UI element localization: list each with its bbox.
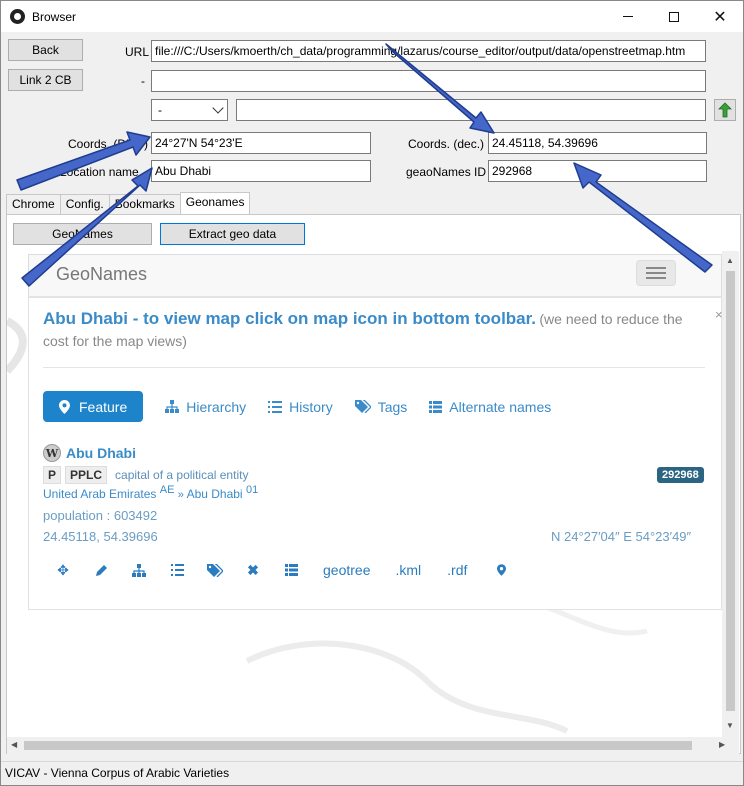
map-marker-icon[interactable] bbox=[493, 562, 509, 578]
scroll-up-icon[interactable]: ▲ bbox=[726, 256, 734, 265]
move-icon[interactable]: ✥ bbox=[55, 562, 71, 578]
tab-bar: Chrome Config. Bookmarks Geonames bbox=[6, 192, 251, 215]
tab-alternate-names[interactable]: Alternate names bbox=[429, 399, 551, 415]
chevron-down-icon bbox=[212, 102, 224, 114]
tab-config[interactable]: Config. bbox=[59, 194, 110, 214]
delete-x-icon[interactable]: ✖ bbox=[245, 562, 261, 578]
edit-pencil-icon[interactable] bbox=[93, 562, 109, 578]
url-label: URL bbox=[125, 45, 150, 59]
bottom-toolbar: ✥ ✖ geotree .kml .rdf bbox=[55, 562, 509, 578]
status-text: VICAV - Vienna Corpus of Arabic Varietie… bbox=[5, 766, 230, 780]
sitemap-icon bbox=[165, 400, 180, 413]
tab-history-label: History bbox=[289, 398, 333, 415]
scroll-left-icon[interactable]: ◀ bbox=[11, 740, 17, 749]
tab-feature[interactable]: Feature bbox=[43, 391, 144, 422]
geonames-brand[interactable]: GeoNames bbox=[56, 264, 147, 285]
population: population : 603492 bbox=[43, 508, 158, 523]
geonames-navbar: GeoNames bbox=[28, 254, 722, 297]
minimize-button[interactable] bbox=[605, 1, 651, 32]
admin1-link[interactable]: Abu Dhabi bbox=[187, 487, 243, 501]
tags-icon bbox=[354, 400, 371, 413]
title-bar: Browser ✕ bbox=[1, 1, 743, 32]
close-button[interactable]: ✕ bbox=[697, 1, 743, 32]
list-ol-icon bbox=[268, 400, 283, 413]
place-name-link[interactable]: Abu Dhabi bbox=[66, 445, 136, 461]
feature-codes: P PPLC capital of a political entity bbox=[43, 466, 248, 484]
vertical-scroll-thumb[interactable] bbox=[726, 271, 735, 711]
tab-bookmarks[interactable]: Bookmarks bbox=[108, 194, 181, 214]
tab-hierarchy[interactable]: Hierarchy bbox=[165, 399, 246, 415]
geonames-id-badge: 292968 bbox=[657, 467, 704, 483]
tab-geonames[interactable]: Geonames bbox=[179, 192, 251, 214]
geonames-id-label: geaoNames ID bbox=[406, 165, 487, 179]
alternate-names-icon[interactable] bbox=[283, 562, 299, 578]
list-icon bbox=[429, 400, 443, 413]
app-icon bbox=[10, 9, 25, 24]
mode-select[interactable]: - bbox=[151, 99, 228, 121]
maximize-icon bbox=[669, 11, 679, 22]
location-name-field[interactable]: Abu Dhabi bbox=[151, 160, 371, 182]
tags-icon[interactable] bbox=[207, 562, 223, 578]
back-button[interactable]: Back bbox=[8, 39, 83, 61]
coords-dms-label: Coords. (DMS) bbox=[68, 137, 149, 151]
upload-button[interactable] bbox=[714, 99, 736, 121]
map-marker-icon bbox=[59, 399, 70, 414]
minimize-icon bbox=[623, 16, 633, 17]
divider bbox=[43, 367, 705, 368]
tab-tags-label: Tags bbox=[377, 398, 408, 415]
rdf-link[interactable]: .rdf bbox=[447, 562, 467, 578]
maximize-button[interactable] bbox=[651, 1, 697, 32]
feature-nav: Feature Hierarchy History Tags Alternate… bbox=[43, 391, 551, 422]
arrow-up-icon bbox=[718, 102, 732, 118]
admin-hierarchy: United Arab Emirates AE » Abu Dhabi 01 bbox=[43, 484, 258, 501]
hierarchy-icon[interactable] bbox=[131, 562, 147, 578]
tab-history[interactable]: History bbox=[268, 399, 333, 415]
coords-dms-field[interactable]: 24°27'N 54°23'E bbox=[151, 132, 371, 154]
second-field[interactable] bbox=[151, 70, 706, 92]
geonames-feature-card: Abu Dhabi - to view map click on map ico… bbox=[28, 297, 723, 610]
status-bar: VICAV - Vienna Corpus of Arabic Varietie… bbox=[1, 761, 743, 785]
coordinates-dms: N 24°27′04″ E 54°23′49″ bbox=[551, 529, 692, 544]
horizontal-scrollbar[interactable]: ◀ ▶ bbox=[7, 737, 739, 754]
scroll-right-icon[interactable]: ▶ bbox=[719, 740, 725, 749]
window-title: Browser bbox=[32, 10, 77, 24]
mode-select-value: - bbox=[158, 103, 162, 117]
browser-window: Browser ✕ Back Link 2 CB URL file:///C:/… bbox=[0, 0, 744, 786]
feature-description[interactable]: capital of a political entity bbox=[115, 468, 248, 482]
scroll-down-icon[interactable]: ▼ bbox=[726, 721, 734, 730]
history-list-icon[interactable] bbox=[169, 562, 185, 578]
tab-feature-label: Feature bbox=[79, 398, 128, 415]
third-field[interactable] bbox=[236, 99, 706, 121]
feature-title: Abu Dhabi - to view map click on map ico… bbox=[43, 308, 693, 353]
extract-geo-data-button[interactable]: Extract geo data bbox=[160, 223, 305, 245]
kml-link[interactable]: .kml bbox=[395, 562, 421, 578]
tab-hierarchy-label: Hierarchy bbox=[186, 398, 247, 415]
place-name: W Abu Dhabi bbox=[43, 444, 136, 462]
geotree-link[interactable]: geotree bbox=[323, 562, 370, 578]
hamburger-menu-icon[interactable] bbox=[636, 260, 676, 286]
coords-dec-label: Coords. (dec.) bbox=[408, 137, 485, 151]
horizontal-scroll-thumb[interactable] bbox=[24, 741, 692, 750]
feature-title-main: Abu Dhabi - to view map click on map ico… bbox=[43, 309, 537, 328]
geonames-id-field[interactable]: 292968 bbox=[488, 160, 707, 182]
location-name-label: Location name bbox=[60, 165, 139, 179]
breadcrumb-separator-icon: » bbox=[177, 489, 184, 501]
feature-class-badge: P bbox=[43, 466, 62, 484]
country-code: AE bbox=[159, 484, 175, 496]
link-to-clipboard-button[interactable]: Link 2 CB bbox=[8, 69, 83, 91]
coords-dec-field[interactable]: 24.45118, 54.39696 bbox=[488, 132, 707, 154]
vertical-scrollbar[interactable]: ▲ ▼ bbox=[722, 251, 739, 737]
feature-code-badge: PPLC bbox=[65, 466, 108, 484]
wikipedia-icon[interactable]: W bbox=[43, 444, 61, 462]
url-field[interactable]: file:///C:/Users/kmoerth/ch_data/program… bbox=[151, 40, 706, 62]
geonames-button[interactable]: GeoNames bbox=[13, 223, 152, 245]
tab-alternate-names-label: Alternate names bbox=[449, 398, 552, 415]
coordinates-decimal: 24.45118, 54.39696 bbox=[43, 529, 158, 544]
admin1-code: 01 bbox=[245, 484, 259, 496]
tab-chrome[interactable]: Chrome bbox=[6, 194, 61, 214]
country-link[interactable]: United Arab Emirates bbox=[43, 487, 156, 501]
second-field-label: - bbox=[141, 74, 145, 88]
close-icon: ✕ bbox=[713, 8, 727, 26]
tab-tags[interactable]: Tags bbox=[354, 398, 408, 415]
